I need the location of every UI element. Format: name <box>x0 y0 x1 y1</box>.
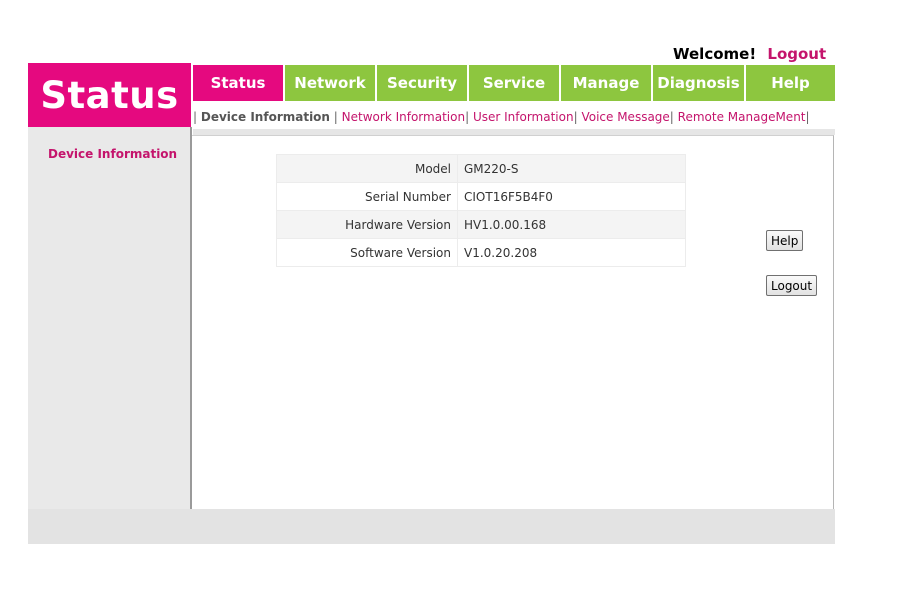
logout-button[interactable]: Logout <box>766 275 818 296</box>
software-version-label: Software Version <box>276 238 458 267</box>
sub-navigation: | Device Information | Network Informati… <box>193 110 810 124</box>
subnav-voice-message[interactable]: Voice Message <box>581 110 669 124</box>
help-button[interactable]: Help <box>766 230 804 251</box>
table-row: Software Version V1.0.20.208 <box>276 238 686 267</box>
tab-service[interactable]: Service <box>469 65 559 101</box>
subnav-remote-management[interactable]: Remote ManageMent <box>678 110 806 124</box>
main-nav: Status Network Security Service Manage D… <box>193 65 835 101</box>
tab-help[interactable]: Help <box>746 65 835 101</box>
software-version-value: V1.0.20.208 <box>457 238 686 267</box>
serial-number-value: CIOT16F5B4F0 <box>457 182 686 211</box>
main-content: Model GM220-S Serial Number CIOT16F5B4F0… <box>192 135 834 509</box>
serial-number-label: Serial Number <box>276 182 458 211</box>
subnav-device-information[interactable]: Device Information <box>201 110 330 124</box>
header-logout-link[interactable]: Logout <box>767 45 826 63</box>
table-row: Serial Number CIOT16F5B4F0 <box>276 182 686 211</box>
hardware-version-label: Hardware Version <box>276 210 458 239</box>
tab-diagnosis[interactable]: Diagnosis <box>653 65 744 101</box>
tab-status[interactable]: Status <box>193 65 283 101</box>
model-value: GM220-S <box>457 154 686 183</box>
tab-security[interactable]: Security <box>377 65 467 101</box>
tab-manage[interactable]: Manage <box>561 65 651 101</box>
subnav-user-information[interactable]: User Information <box>473 110 574 124</box>
footer-bar <box>28 509 835 544</box>
page-logo: Status <box>28 63 191 127</box>
subnav-network-information[interactable]: Network Information <box>342 110 465 124</box>
model-label: Model <box>276 154 458 183</box>
table-row: Hardware Version HV1.0.00.168 <box>276 210 686 239</box>
sidebar-item-device-information[interactable]: Device Information <box>48 147 177 161</box>
sidebar: Device Information <box>28 127 191 509</box>
device-info-table: Model GM220-S Serial Number CIOT16F5B4F0… <box>276 154 686 267</box>
table-row: Model GM220-S <box>276 154 686 183</box>
hardware-version-value: HV1.0.00.168 <box>457 210 686 239</box>
welcome-text: Welcome! <box>673 45 757 63</box>
tab-network[interactable]: Network <box>285 65 375 101</box>
welcome-bar: Welcome! Logout <box>673 45 826 63</box>
